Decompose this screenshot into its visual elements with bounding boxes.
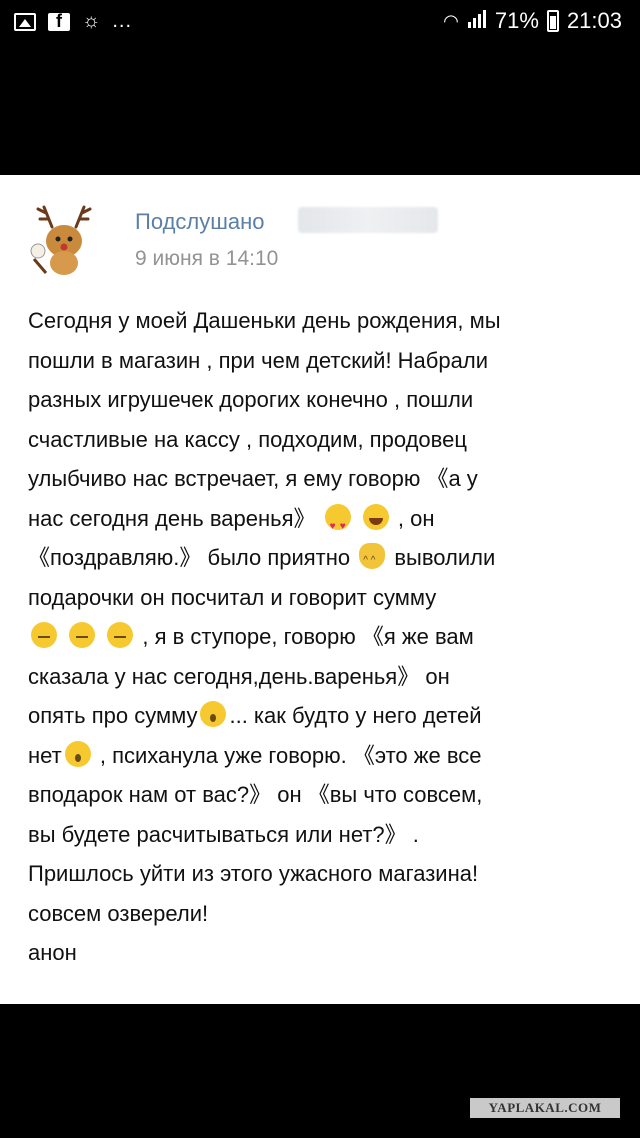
post-text-segment: Пришлось уйти из этого ужасного магазина… bbox=[28, 861, 479, 886]
post-text-segment: анон bbox=[28, 940, 77, 965]
post-text-segment: , он bbox=[391, 505, 435, 531]
neutral-emoji bbox=[69, 622, 96, 648]
post-text-line: сказала у нас сегодня,день.варенья》 он bbox=[28, 657, 618, 697]
post-text-segment: , я в ступоре, говорю 《я же вам bbox=[136, 624, 474, 649]
post-text-segment: Сегодня у моей Дашеньки день рождения, м… bbox=[28, 308, 501, 333]
deer-avatar-icon bbox=[30, 205, 92, 275]
signal-icon bbox=[467, 8, 487, 34]
blurred-author-suffix bbox=[298, 207, 438, 233]
post-text-line: нас сегодня день варенья》 , он bbox=[28, 499, 618, 546]
post-text-segment: счастливые на кассу , подходим, продовец bbox=[28, 426, 467, 452]
post-text-segment bbox=[98, 624, 104, 649]
post-text-line: 《поздравляю.》 было приятно выволили bbox=[28, 538, 618, 581]
post-text-segment bbox=[354, 506, 360, 531]
post-text-line: разных игрушечек дорогих конечно , пошли bbox=[28, 380, 618, 420]
post-text-line: улыбчиво нас встречает, я ему говорю 《а … bbox=[28, 459, 618, 499]
post-text-line: нет , психанула уже говорю. 《это же все bbox=[28, 736, 618, 776]
post-text-segment: , психанула уже говорю. 《это же все bbox=[93, 742, 482, 768]
post-text-segment: пошли в магазин , при чем детский! Набра… bbox=[28, 347, 488, 373]
post-text-line: вы будете расчитываться или нет?》 . bbox=[28, 815, 618, 855]
wifi-icon: ◠ bbox=[443, 10, 459, 31]
system-indicators: ◠ 71% 21:03 bbox=[443, 8, 622, 34]
post-text-line: подарочки он посчитал и говорит сумму bbox=[28, 578, 618, 618]
heart-eyes-emoji bbox=[324, 503, 351, 546]
post-text-segment: вы будете расчитываться или нет?》 . bbox=[28, 821, 419, 847]
astonished-emoji bbox=[64, 740, 91, 767]
post-text-segment: выволили bbox=[388, 545, 496, 570]
facebook-notification-icon bbox=[48, 11, 70, 32]
post-text-line: Пришлось уйти из этого ужасного магазина… bbox=[28, 854, 618, 894]
post-text-line: вподарок нам от вас?》 он 《вы что совсем, bbox=[28, 775, 618, 815]
post-text-segment: совсем озверели! bbox=[28, 900, 209, 926]
post-text-segment: сказала у нас сегодня,день.варенья》 он bbox=[28, 663, 450, 689]
post-text-line: совсем озверели! bbox=[28, 894, 618, 934]
post-text-segment bbox=[60, 624, 66, 649]
smile-emoji bbox=[362, 503, 389, 530]
post-text-segment: опять про сумму bbox=[28, 703, 198, 728]
post-text-segment: нет bbox=[28, 742, 62, 768]
battery-percent: 71% bbox=[494, 8, 539, 33]
post-text-segment: вподарок нам от вас?》 он 《вы что совсем, bbox=[28, 782, 483, 807]
astonished-emoji bbox=[200, 701, 227, 727]
post-author[interactable]: Подслушано bbox=[135, 209, 265, 235]
image-notification-icon bbox=[14, 12, 36, 31]
watermark: YAPLAKAL.COM bbox=[470, 1098, 620, 1118]
more-notifications: ... bbox=[112, 10, 133, 32]
post-text: Сегодня у моей Дашеньки день рождения, м… bbox=[28, 301, 618, 973]
post-text-line: Сегодня у моей Дашеньки день рождения, м… bbox=[28, 301, 618, 341]
post-text-segment: нас сегодня день варенья》 bbox=[28, 505, 322, 531]
cat-emoji bbox=[359, 541, 386, 581]
post-text-segment: улыбчиво нас встречает, я ему говорю 《а … bbox=[28, 466, 478, 491]
post-date[interactable]: 9 июня в 14:10 bbox=[135, 247, 278, 271]
clock: 21:03 bbox=[566, 8, 622, 33]
notification-icons: ☼ ... bbox=[14, 10, 132, 33]
post-text-segment: ... как будто у него детей bbox=[229, 703, 482, 728]
post-text-line: пошли в магазин , при чем детский! Набра… bbox=[28, 341, 618, 381]
post-text-line: , я в ступоре, говорю 《я же вам bbox=[28, 617, 618, 657]
avatar[interactable] bbox=[24, 197, 104, 277]
post-text-segment: разных игрушечек дорогих конечно , пошли bbox=[28, 387, 474, 412]
post-text-segment: подарочки он посчитал и говорит сумму bbox=[28, 584, 437, 610]
post-card: Подслушано 9 июня в 14:10 Сегодня у моей… bbox=[0, 175, 640, 1004]
weather-notification-icon: ☼ bbox=[82, 10, 101, 32]
post-text-line: опять про сумму ... как будто у него дете… bbox=[28, 696, 618, 736]
post-text-segment: 《поздравляю.》 было приятно bbox=[28, 545, 357, 570]
post-text-line: анон bbox=[28, 933, 618, 973]
battery-icon bbox=[546, 10, 559, 32]
neutral-emoji bbox=[107, 622, 134, 648]
neutral-emoji bbox=[31, 622, 57, 648]
post-text-line: счастливые на кассу , подходим, продовец bbox=[28, 420, 618, 460]
status-bar: ☼ ... ◠ 71% 21:03 bbox=[0, 0, 640, 44]
